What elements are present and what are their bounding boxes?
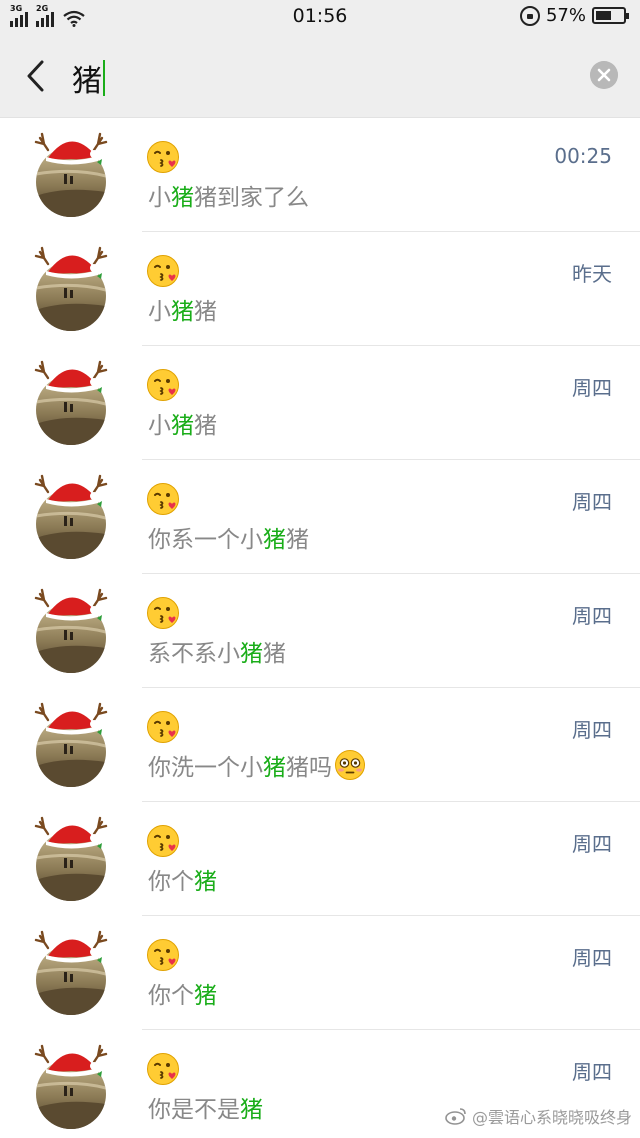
contact-avatar[interactable]: [34, 700, 108, 788]
message-preview: 你个猪: [148, 976, 217, 1010]
message-time: 周四: [572, 604, 612, 628]
contact-avatar[interactable]: [34, 358, 108, 446]
message-text-after: 猪吗: [286, 755, 332, 781]
chat-result-row[interactable]: 你系一个小猪猪 周四: [0, 460, 640, 574]
battery-percent: 57%: [545, 5, 586, 26]
message-text-before: 你系一个小: [148, 527, 263, 553]
message-text-before: 小: [148, 413, 171, 439]
message-text-before: 小: [148, 185, 171, 211]
contact-avatar[interactable]: [34, 586, 108, 674]
message-text-before: 小: [148, 299, 171, 325]
message-time: 周四: [572, 376, 612, 400]
chat-result-row[interactable]: 你个猪 周四: [0, 802, 640, 916]
back-chevron-icon[interactable]: [22, 58, 52, 94]
contact-avatar[interactable]: [34, 244, 108, 332]
watermark: @雲语心系晓晓吸终身: [445, 1104, 632, 1128]
message-time: 周四: [572, 1060, 612, 1084]
rotation-lock-icon: [519, 5, 540, 26]
clear-search-icon[interactable]: [590, 61, 618, 89]
message-text-after: 猪: [194, 299, 217, 325]
chat-result-row[interactable]: 系不系小猪猪 周四: [0, 574, 640, 688]
message-text-after: 猪到家了么: [194, 185, 309, 211]
message-match-highlight: 猪: [240, 641, 263, 667]
message-preview: 小猪猪: [148, 292, 217, 326]
message-text-before: 你个: [148, 983, 194, 1009]
message-match-highlight: 猪: [194, 983, 217, 1009]
message-time: 昨天: [572, 262, 612, 286]
message-text-before: 系不系小: [148, 641, 240, 667]
message-preview: 你系一个小猪猪: [148, 520, 309, 554]
message-preview: 你个猪: [148, 862, 217, 896]
message-match-highlight: 猪: [194, 869, 217, 895]
chat-result-row[interactable]: 小猪猪 周四: [0, 346, 640, 460]
message-text-before: 你洗一个小: [148, 755, 263, 781]
sender-kiss-emoji-icon: [147, 939, 179, 971]
message-match-highlight: 猪: [263, 527, 286, 553]
sender-kiss-emoji-icon: [147, 255, 179, 287]
message-text-after: 猪: [286, 527, 309, 553]
search-query-text: 猪: [72, 64, 102, 99]
search-header: 猪: [0, 34, 640, 118]
message-text-before: 你个: [148, 869, 194, 895]
message-text-before: 你是不是: [148, 1097, 240, 1123]
message-preview: 小猪猪: [148, 406, 217, 440]
sender-kiss-emoji-icon: [147, 483, 179, 515]
message-text-after: 猪: [263, 641, 286, 667]
search-input[interactable]: 猪: [72, 56, 105, 100]
flushed-emoji-icon: [335, 750, 365, 780]
sender-kiss-emoji-icon: [147, 597, 179, 629]
chat-result-row[interactable]: 小猪猪 昨天: [0, 232, 640, 346]
text-caret: [103, 60, 105, 96]
search-results-list: 小猪猪到家了么 00:25 小猪猪昨天小猪猪周四 你系一个小猪猪周四 系不系小猪猪周四你…: [0, 118, 640, 1138]
message-match-highlight: 猪: [263, 755, 286, 781]
message-time: 周四: [572, 946, 612, 970]
message-match-highlight: 猪: [240, 1097, 263, 1123]
battery-icon: [592, 7, 629, 24]
message-match-highlight: 猪: [171, 299, 194, 325]
sender-kiss-emoji-icon: [147, 369, 179, 401]
message-preview: 你洗一个小猪猪吗: [148, 748, 366, 782]
watermark-text: @雲语心系晓晓吸终身: [471, 1108, 632, 1127]
message-preview: 小猪猪到家了么: [148, 178, 309, 212]
message-time: 周四: [572, 718, 612, 742]
sender-kiss-emoji-icon: [147, 711, 179, 743]
status-bar: 3G 2G 01:56 57%: [0, 0, 640, 34]
sender-kiss-emoji-icon: [147, 825, 179, 857]
message-text-after: 猪: [194, 413, 217, 439]
message-preview: 你是不是猪: [148, 1090, 263, 1124]
sender-kiss-emoji-icon: [147, 1053, 179, 1085]
chat-result-row[interactable]: 你洗一个小猪猪吗 周四: [0, 688, 640, 802]
sender-kiss-emoji-icon: [147, 141, 179, 173]
contact-avatar[interactable]: [34, 130, 108, 218]
message-time: 周四: [572, 832, 612, 856]
chat-result-row[interactable]: 你个猪 周四: [0, 916, 640, 1030]
chat-result-row[interactable]: 小猪猪到家了么 00:25: [0, 118, 640, 232]
message-time: 周四: [572, 490, 612, 514]
contact-avatar[interactable]: [34, 472, 108, 560]
contact-avatar[interactable]: [34, 928, 108, 1016]
weibo-logo-icon: [445, 1108, 466, 1125]
contact-avatar[interactable]: [34, 1042, 108, 1130]
message-preview: 系不系小猪猪: [148, 634, 286, 668]
message-match-highlight: 猪: [171, 185, 194, 211]
message-time: 00:25: [554, 144, 612, 168]
contact-avatar[interactable]: [34, 814, 108, 902]
battery-level: [596, 11, 611, 20]
message-match-highlight: 猪: [171, 413, 194, 439]
